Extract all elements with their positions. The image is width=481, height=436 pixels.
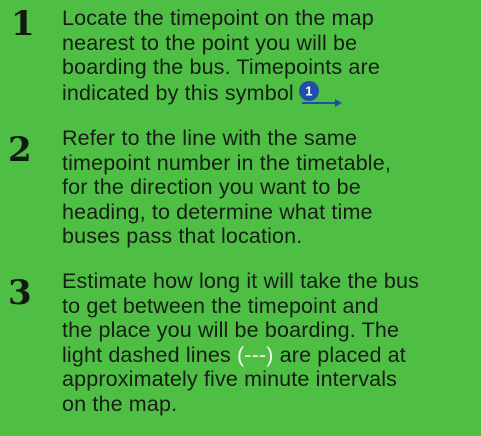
step-number-1: 1 <box>11 4 35 44</box>
step-3-line-4-after: are placed at <box>273 342 406 367</box>
step-3-line-5: approximately five minute intervals <box>62 367 398 392</box>
step-3-line-1: Estimate how long it will take the bus <box>62 269 420 293</box>
step-1-line-4-text: indicated by this symbol <box>62 80 294 105</box>
step-3-line-4-before: light dashed lines <box>62 342 237 367</box>
step-2-line-5: buses pass that location. <box>62 224 303 249</box>
step-3-line-3: the place you will be boarding. The <box>62 318 400 343</box>
step-2-line-2: timepoint number in the timetable, <box>62 150 391 175</box>
step-2-line-3: for the direction you want to be <box>62 175 361 200</box>
step-1-line-1: Locate the timepoint on the map <box>62 6 374 30</box>
step-1-line-2: nearest to the point you will be <box>62 30 358 55</box>
step-1-text: Locate the timepoint on the map nearest … <box>62 6 477 107</box>
step-3-line-2: to get between the timepoint and <box>62 293 379 318</box>
step-3-line-4: light dashed lines (---) are placed at <box>62 343 477 368</box>
step-3-line-6: on the map. <box>62 391 178 416</box>
timepoint-symbol-icon: 1 <box>298 80 344 107</box>
step-2-text: Refer to the line with the same timepoin… <box>62 126 477 249</box>
step-1-line-3: boarding the bus. Timepoints are <box>62 55 380 80</box>
step-1-line-4: indicated by this symbol 1 <box>62 80 477 107</box>
step-3-text: Estimate how long it will take the bus t… <box>62 269 477 417</box>
dashed-line-legend: (---) <box>236 342 274 367</box>
timepoint-symbol-digit: 1 <box>305 83 312 98</box>
step-number-3: 3 <box>8 273 32 313</box>
step-2-line-1: Refer to the line with the same <box>62 126 358 150</box>
step-2-line-4: heading, to determine what time <box>62 199 373 224</box>
step-number-2: 2 <box>8 130 32 170</box>
timepoint-symbol-svg: 1 <box>298 80 342 107</box>
